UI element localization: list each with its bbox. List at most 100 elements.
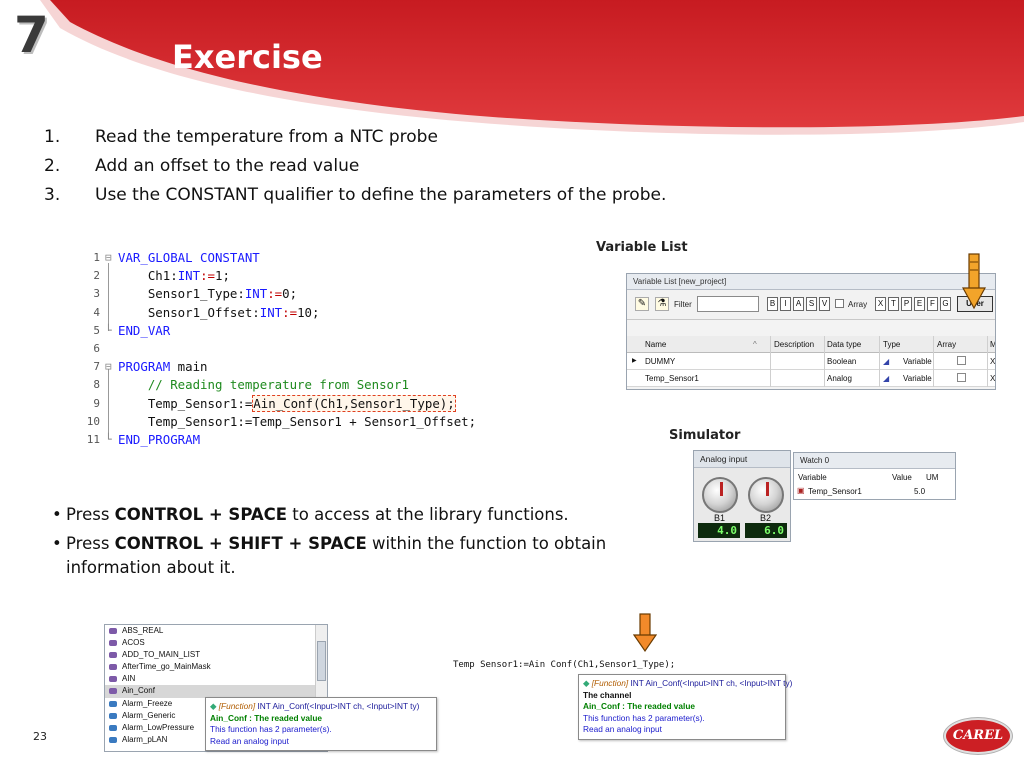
watch-variable[interactable]: Temp_Sensor1 — [808, 487, 862, 496]
array-cell-checkbox[interactable] — [957, 373, 966, 382]
cell-type: Variable — [903, 357, 932, 366]
code-text: 0; — [282, 286, 298, 302]
step-item: 1. Read the temperature from a NTC probe — [44, 123, 844, 152]
function-block-icon — [109, 700, 117, 707]
tip-text: Press — [66, 505, 115, 524]
analog-input-titlebar: Analog input — [694, 451, 790, 468]
cell-m: X — [990, 374, 996, 383]
code-text: Temp_Sensor1:= — [147, 395, 253, 411]
variable-list-toolbar: ✎ ⚗ Filter B I A S V Array X T P E F G U… — [627, 290, 995, 320]
table-row[interactable]: ▶ DUMMY Boolean ◢ Variable X — [627, 353, 996, 370]
list-item-selected[interactable]: Ain_Conf — [105, 685, 327, 698]
row-pointer-icon: ▶ — [632, 358, 637, 364]
line-number: 11 — [86, 432, 100, 446]
watch-value[interactable]: 5.0 — [914, 487, 925, 496]
knob-b2[interactable] — [748, 477, 784, 513]
cell-name: DUMMY — [645, 357, 676, 366]
array-cell-checkbox[interactable] — [957, 356, 966, 365]
highlighted-call[interactable]: Ain_Conf(Ch1,Sensor1_Type); — [252, 394, 456, 412]
filter-button-p[interactable]: P — [901, 297, 912, 311]
code-keyword: END_VAR — [118, 322, 171, 338]
table-row[interactable]: Temp_Sensor1 Analog ◢ Variable X — [627, 370, 996, 387]
column-header[interactable]: Name — [645, 340, 666, 349]
sort-arrow-icon: ^ — [753, 340, 757, 349]
function-icon — [109, 676, 117, 683]
code-operator: := — [282, 304, 298, 320]
knob-b1-label: B1 — [714, 513, 726, 523]
code-operator: := — [200, 268, 215, 284]
filter-button-t[interactable]: T — [888, 297, 899, 311]
tooltip-params: This function has 2 parameter(s). — [583, 712, 705, 723]
function-block-icon — [109, 736, 117, 743]
knob-b2-label: B2 — [760, 513, 772, 523]
filter-button-g[interactable]: G — [940, 297, 951, 311]
lcd-b1-value: 4.0 — [698, 523, 740, 538]
flask-icon[interactable]: ⚗ — [655, 297, 669, 311]
filter-button-b[interactable]: B — [767, 297, 778, 311]
step-item: 3. Use the CONSTANT qualifier to define t… — [44, 181, 844, 210]
line-number: 5 — [93, 323, 100, 337]
step-number: 2. — [44, 156, 61, 176]
list-item[interactable]: AIN — [105, 673, 327, 685]
watch-panel: Watch 0 Variable Value UM ▣ Temp_Sensor1… — [793, 452, 956, 500]
variable-icon: ▣ — [797, 486, 805, 495]
filter-button-f[interactable]: F — [927, 297, 938, 311]
list-item[interactable]: ABS_REAL — [105, 625, 327, 637]
variable-list-label: Variable List — [596, 240, 688, 255]
bullet: • — [52, 505, 62, 524]
function-icon — [109, 664, 117, 671]
analog-input-panel: Analog input B1 B2 4.0 6.0 — [693, 450, 791, 542]
page-title: Exercise — [172, 38, 323, 76]
line-number: 10 — [86, 414, 100, 428]
fold-end-icon: └ — [105, 432, 112, 446]
knob-b1[interactable] — [702, 477, 738, 513]
column-header[interactable]: Array — [937, 340, 956, 349]
section-number: 7 — [14, 6, 49, 64]
line-number: 4 — [93, 305, 100, 319]
filter-button-a[interactable]: A — [793, 297, 804, 311]
fold-toggle-icon[interactable]: ⊟ — [105, 358, 112, 376]
function-icon: ◆ — [210, 701, 217, 711]
list-item[interactable]: ACOS — [105, 637, 327, 649]
filter-button-e[interactable]: E — [914, 297, 925, 311]
column-header[interactable]: M — [990, 340, 995, 349]
column-header[interactable]: Data type — [827, 340, 861, 349]
step-text: Add an offset to the read value — [95, 156, 360, 176]
list-item[interactable]: AfterTime_go_MainMask — [105, 661, 327, 673]
arrow-down-icon — [633, 613, 657, 653]
line-number: 6 — [93, 341, 100, 355]
tooltip-description: Read an analog input — [583, 724, 662, 734]
watch-column-header: UM — [926, 473, 939, 482]
filter-button-i[interactable]: I — [780, 297, 791, 311]
tip-shortcut: CONTROL + SHIFT + SPACE — [114, 534, 367, 553]
cell-type: Variable — [903, 374, 932, 383]
filter-label: Filter — [674, 300, 692, 309]
pencil-icon[interactable]: ✎ — [635, 297, 649, 311]
filter-button-s[interactable]: S — [806, 297, 817, 311]
cell-data-type: Analog — [827, 374, 852, 383]
code-keyword: PROGRAM — [118, 359, 171, 375]
scrollbar-thumb[interactable] — [317, 641, 326, 681]
code-comment: // Reading temperature from Sensor1 — [147, 377, 409, 393]
tip-item: • Press CONTROL + SHIFT + SPACE within t… — [52, 532, 652, 580]
filter-input[interactable] — [697, 296, 759, 312]
line-number: 3 — [93, 287, 100, 301]
function-icon: ◆ — [583, 678, 590, 688]
fold-toggle-icon[interactable]: ⊟ — [105, 249, 112, 267]
array-checkbox[interactable] — [835, 299, 844, 308]
variable-list-titlebar: Variable List [new_project] — [627, 274, 995, 290]
variable-icon: ◢ — [883, 357, 890, 366]
filter-button-v[interactable]: V — [819, 297, 830, 311]
column-header[interactable]: Description — [774, 340, 814, 349]
variable-list-window: Variable List [new_project] ✎ ⚗ Filter B… — [626, 273, 996, 390]
cell-m: X — [990, 357, 996, 366]
line-number: 9 — [93, 396, 100, 410]
filter-button-x[interactable]: X — [875, 297, 886, 311]
tooltip-result: Ain_Conf : The readed value — [210, 712, 323, 723]
list-item[interactable]: ADD_TO_MAIN_LIST — [105, 649, 327, 661]
column-header[interactable]: Type — [883, 340, 900, 349]
step-text: Use the CONSTANT qualifier to define the… — [95, 185, 667, 205]
code-line-preview: Temp Sensor1:=Ain Conf(Ch1,Sensor1_Type)… — [453, 660, 676, 670]
fold-end-icon: └ — [105, 323, 112, 337]
line-number: 7 — [93, 360, 100, 374]
